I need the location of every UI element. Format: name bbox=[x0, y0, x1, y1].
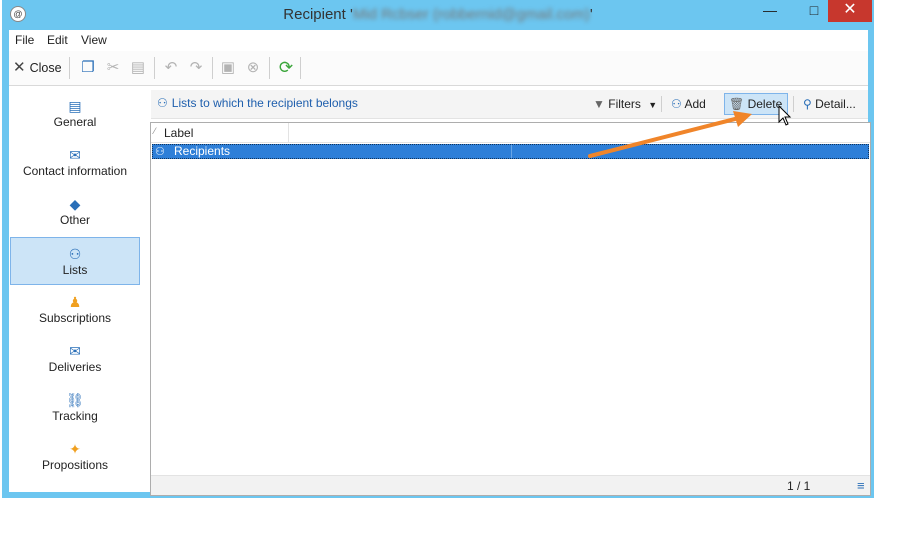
minimize-icon: — bbox=[763, 2, 777, 18]
window-client-area: File Edit View ✕Close ❐ ✂ ▤ ↶ ↷ ▣ ⊗ ⟳ ▤ bbox=[9, 30, 871, 496]
toolbar-separator bbox=[212, 57, 213, 79]
title-recipient-name: Mid Rcbser (robbernid@gmail.com) bbox=[352, 6, 590, 23]
pager-text: 1 / 1 bbox=[787, 479, 811, 493]
column-divider bbox=[511, 145, 512, 158]
redo-icon[interactable]: ↷ bbox=[187, 59, 205, 77]
section-title-text: Lists to which the recipient belongs bbox=[171, 96, 358, 110]
title-bar[interactable]: @ Recipient 'Mid Rcbser (robbernid@gmail… bbox=[2, 0, 874, 30]
menu-view[interactable]: View bbox=[81, 33, 107, 47]
lists-grid: ⁄ Label ⚇ Recipients 1 / 1 ≡ bbox=[150, 122, 871, 496]
toolbar-separator bbox=[269, 57, 270, 79]
cube-icon: ◆ bbox=[69, 196, 81, 212]
filters-button[interactable]: ▼ Filters ▼ bbox=[589, 93, 661, 115]
maximize-icon: □ bbox=[809, 2, 819, 18]
delete-button[interactable]: 🗑 Delete bbox=[724, 93, 788, 115]
add-list-icon: ⚇ bbox=[671, 97, 682, 111]
users-list-icon: ⚇ bbox=[68, 246, 82, 262]
toolbar-separator bbox=[300, 57, 301, 79]
gift-icon: ✦ bbox=[69, 441, 81, 457]
recipient-window: @ Recipient 'Mid Rcbser (robbernid@gmail… bbox=[2, 0, 874, 498]
header-separator bbox=[793, 96, 794, 112]
close-button[interactable]: ✕ Close bbox=[13, 59, 62, 77]
minimize-button[interactable]: — bbox=[755, 0, 785, 22]
sidebar: ▤ General ✉ Contact information ◆ Other … bbox=[9, 86, 146, 492]
close-x-icon: ✕ bbox=[13, 59, 26, 76]
toolbar-separator bbox=[69, 57, 70, 79]
sidebar-item-deliveries[interactable]: ✉ Deliveries bbox=[10, 335, 140, 383]
add-button[interactable]: ⚇ Add bbox=[667, 93, 710, 115]
header-separator bbox=[661, 96, 662, 112]
add-label: Add bbox=[684, 97, 706, 111]
toolbar-separator bbox=[154, 57, 155, 79]
sidebar-item-propositions[interactable]: ✦ Propositions bbox=[10, 433, 140, 481]
filters-label: Filters bbox=[608, 97, 641, 111]
close-window-button[interactable]: ✕ bbox=[828, 0, 872, 22]
undo-icon[interactable]: ↶ bbox=[162, 59, 180, 77]
section-title: ⚇ Lists to which the recipient belongs bbox=[157, 96, 358, 110]
lists-panel-header: ⚇ Lists to which the recipient belongs ▼ … bbox=[151, 90, 868, 119]
maximize-button[interactable]: □ bbox=[799, 0, 829, 22]
column-header-label[interactable]: ⁄ Label bbox=[151, 123, 289, 142]
save-icon[interactable]: ▣ bbox=[219, 59, 237, 77]
delete-label: Delete bbox=[747, 97, 783, 111]
sidebar-item-other[interactable]: ◆ Other bbox=[10, 188, 140, 236]
sidebar-item-label: General bbox=[53, 115, 97, 129]
menu-file[interactable]: File bbox=[15, 33, 34, 47]
close-button-label: Close bbox=[29, 61, 62, 75]
detail-button[interactable]: ⚲ Detail... bbox=[799, 93, 860, 115]
menu-edit[interactable]: Edit bbox=[47, 33, 68, 47]
chevron-down-icon: ▼ bbox=[648, 100, 658, 110]
refresh-icon[interactable]: ⟳ bbox=[277, 59, 295, 77]
grid-footer: 1 / 1 ≡ bbox=[151, 475, 870, 495]
menu-bar: File Edit View bbox=[9, 30, 868, 50]
sidebar-item-general[interactable]: ▤ General bbox=[10, 90, 140, 138]
copy-icon[interactable]: ❐ bbox=[79, 59, 97, 77]
contact-card-icon: ✉ bbox=[69, 147, 81, 163]
row-label: Recipients bbox=[174, 144, 231, 158]
paste-icon[interactable]: ▤ bbox=[129, 59, 147, 77]
title-suffix: ' bbox=[589, 6, 593, 23]
column-menu-icon[interactable]: ≡ bbox=[857, 478, 865, 493]
person-icon: ♟ bbox=[68, 294, 82, 310]
list-icon: ⚇ bbox=[155, 146, 165, 158]
window-title: Recipient 'Mid Rcbser (robbernid@gmail.c… bbox=[2, 6, 874, 23]
toolbar: ✕ Close ❐ ✂ ▤ ↶ ↷ ▣ ⊗ ⟳ bbox=[9, 51, 868, 86]
users-list-icon: ⚇ bbox=[157, 96, 168, 110]
sidebar-item-label: Contact information bbox=[22, 164, 128, 178]
sidebar-item-label: Lists bbox=[62, 263, 88, 277]
cancel-icon[interactable]: ⊗ bbox=[244, 59, 262, 77]
sidebar-item-label: Other bbox=[59, 213, 90, 227]
table-row[interactable]: ⚇ Recipients bbox=[152, 144, 869, 159]
envelope-icon: ✉ bbox=[69, 343, 81, 359]
cut-icon[interactable]: ✂ bbox=[104, 59, 122, 77]
close-icon: ✕ bbox=[843, 1, 857, 18]
sidebar-item-label: Subscriptions bbox=[38, 311, 112, 325]
sidebar-item-lists[interactable]: ⚇ Lists bbox=[10, 237, 140, 285]
title-prefix: Recipient ' bbox=[283, 6, 353, 23]
detail-label: Detail... bbox=[815, 97, 856, 111]
funnel-icon: ▼ bbox=[593, 97, 605, 111]
trash-icon: 🗑 bbox=[729, 97, 745, 111]
sidebar-item-contact-information[interactable]: ✉ Contact information bbox=[10, 139, 140, 187]
search-icon: ⚲ bbox=[803, 97, 812, 111]
sort-icon: ⁄ bbox=[154, 126, 156, 136]
grid-header: ⁄ Label bbox=[151, 123, 870, 143]
link-icon: ⛓ bbox=[66, 392, 84, 408]
sidebar-item-subscriptions[interactable]: ♟ Subscriptions bbox=[10, 286, 140, 334]
sidebar-item-label: Propositions bbox=[41, 458, 109, 472]
sidebar-item-tracking[interactable]: ⛓ Tracking bbox=[10, 384, 140, 432]
column-header-label-text: Label bbox=[164, 126, 194, 140]
sidebar-item-label: Deliveries bbox=[48, 360, 102, 374]
sidebar-item-label: Tracking bbox=[52, 409, 98, 423]
clipboard-icon: ▤ bbox=[68, 98, 82, 114]
